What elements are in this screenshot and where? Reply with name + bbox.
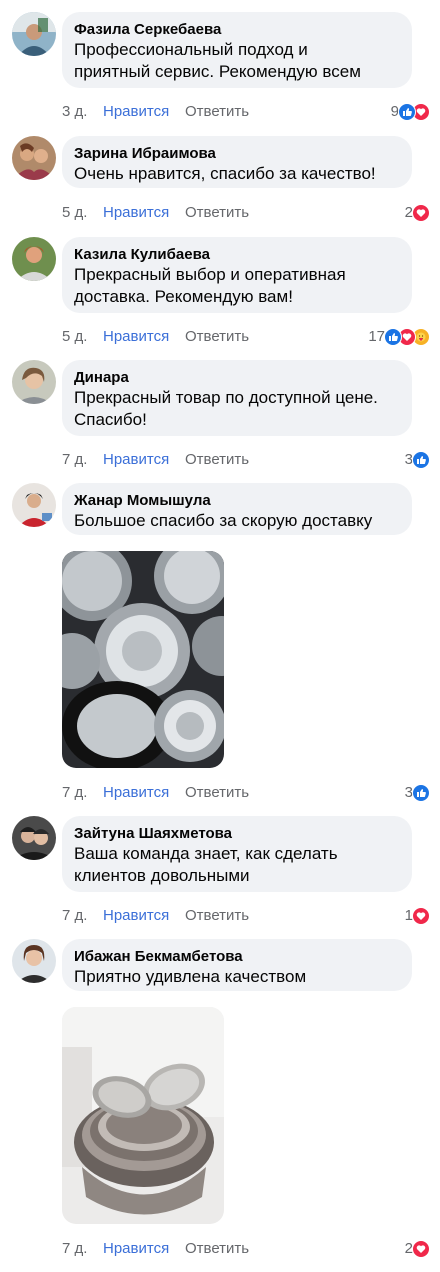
- comment-text: Большое спасибо за скорую доставку: [74, 511, 373, 530]
- like-icon: [412, 451, 430, 469]
- like-button[interactable]: Нравится: [103, 450, 169, 470]
- comment-actions: 7 д. Нравится Ответить: [62, 783, 249, 803]
- reply-button[interactable]: Ответить: [185, 906, 249, 926]
- comment-bubble: Динара Прекрасный товар по доступной цен…: [62, 360, 412, 436]
- comment-actions: 7 д. Нравится Ответить: [62, 1239, 249, 1259]
- comment-time[interactable]: 7 д.: [62, 1239, 87, 1259]
- comment-text: Ваша команда знает, как сделать клиентов…: [74, 844, 338, 885]
- avatar[interactable]: [12, 483, 56, 527]
- avatar[interactable]: [12, 237, 56, 281]
- like-button[interactable]: Нравится: [103, 102, 169, 122]
- like-button[interactable]: Нравится: [103, 327, 169, 347]
- reactions[interactable]: 1: [405, 906, 430, 926]
- reactions[interactable]: 9: [391, 102, 430, 122]
- avatar[interactable]: [12, 816, 56, 860]
- comment-author[interactable]: Зайтуна Шаяхметова: [74, 824, 400, 843]
- reply-button[interactable]: Ответить: [185, 203, 249, 223]
- comment-text: Профессиональный подход и приятный серви…: [74, 40, 361, 81]
- reactions[interactable]: 3: [405, 450, 430, 470]
- comment-time[interactable]: 7 д.: [62, 783, 87, 803]
- reply-button[interactable]: Ответить: [185, 1239, 249, 1259]
- reactions[interactable]: 3: [405, 783, 430, 803]
- comment-text: Прекрасный выбор и оперативная доставка.…: [74, 265, 346, 306]
- comment-author[interactable]: Фазила Серкебаева: [74, 20, 400, 39]
- comment-bubble: Зарина Ибраимова Очень нравится, спасибо…: [62, 136, 412, 188]
- comment-actions: 3 д. Нравится Ответить: [62, 102, 249, 122]
- avatar[interactable]: [12, 939, 56, 983]
- reactions[interactable]: 2: [405, 203, 430, 223]
- comment-text: Очень нравится, спасибо за качество!: [74, 164, 376, 183]
- love-icon: [412, 204, 430, 222]
- comment-text: Прекрасный товар по доступной цене. Спас…: [74, 388, 378, 429]
- avatar[interactable]: [12, 12, 56, 56]
- comment-bubble: Казила Кулибаева Прекрасный выбор и опер…: [62, 237, 412, 313]
- like-button[interactable]: Нравится: [103, 203, 169, 223]
- like-icon: [384, 328, 402, 346]
- reactions[interactable]: 17: [368, 327, 430, 347]
- bowls-with-graters-photo[interactable]: [62, 1007, 224, 1224]
- comment-actions: 5 д. Нравится Ответить: [62, 203, 249, 223]
- like-button[interactable]: Нравится: [103, 906, 169, 926]
- comment-author[interactable]: Ибажан Бекмамбетова: [74, 947, 400, 966]
- avatar[interactable]: [12, 360, 56, 404]
- comment-actions: 5 д. Нравится Ответить: [62, 327, 249, 347]
- love-icon: [412, 1240, 430, 1258]
- reply-button[interactable]: Ответить: [185, 102, 249, 122]
- comment-bubble: Фазила Серкебаева Профессиональный подхо…: [62, 12, 412, 88]
- comment-time[interactable]: 7 д.: [62, 906, 87, 926]
- like-icon: [412, 784, 430, 802]
- comment-author[interactable]: Динара: [74, 368, 400, 387]
- comment-author[interactable]: Жанар Момышула: [74, 491, 400, 510]
- comment-actions: 7 д. Нравится Ответить: [62, 906, 249, 926]
- reply-button[interactable]: Ответить: [185, 783, 249, 803]
- like-button[interactable]: Нравится: [103, 783, 169, 803]
- reaction-count: 17: [368, 328, 385, 345]
- comment-bubble: Ибажан Бекмамбетова Приятно удивлена кач…: [62, 939, 412, 991]
- comment-author[interactable]: Зарина Ибраимова: [74, 144, 400, 163]
- like-icon: [398, 103, 416, 121]
- comment-author[interactable]: Казила Кулибаева: [74, 245, 400, 264]
- comment-time[interactable]: 3 д.: [62, 102, 87, 122]
- comment-text: Приятно удивлена качеством: [74, 967, 307, 986]
- reactions[interactable]: 2: [405, 1239, 430, 1259]
- reply-button[interactable]: Ответить: [185, 450, 249, 470]
- stainless-bowls-photo[interactable]: [62, 551, 224, 768]
- comment-time[interactable]: 7 д.: [62, 450, 87, 470]
- reply-button[interactable]: Ответить: [185, 327, 249, 347]
- comment-time[interactable]: 5 д.: [62, 327, 87, 347]
- love-icon: [412, 907, 430, 925]
- comment-actions: 7 д. Нравится Ответить: [62, 450, 249, 470]
- comment-time[interactable]: 5 д.: [62, 203, 87, 223]
- comment-bubble: Жанар Момышула Большое спасибо за скорую…: [62, 483, 412, 535]
- like-button[interactable]: Нравится: [103, 1239, 169, 1259]
- comment-bubble: Зайтуна Шаяхметова Ваша команда знает, к…: [62, 816, 412, 892]
- avatar[interactable]: [12, 136, 56, 180]
